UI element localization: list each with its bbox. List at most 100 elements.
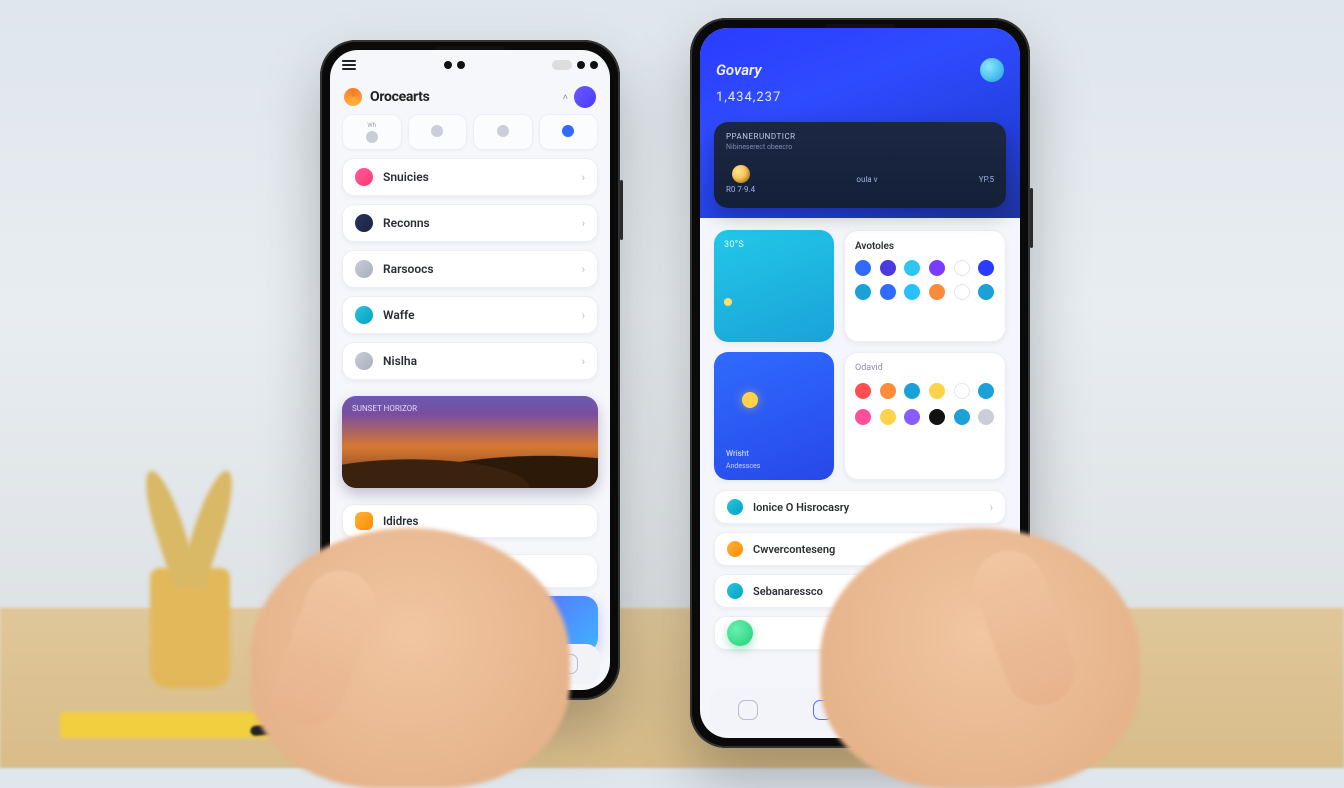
header-action-icon[interactable] bbox=[574, 86, 596, 108]
color-swatch[interactable] bbox=[880, 260, 896, 276]
chevron-right-icon: › bbox=[990, 501, 993, 514]
brand-title: Govary bbox=[716, 61, 762, 79]
status-dot bbox=[577, 61, 585, 69]
palette-grid bbox=[855, 383, 995, 425]
list-item[interactable]: Waffe › bbox=[342, 296, 598, 334]
chevron-right-icon: › bbox=[582, 263, 585, 276]
list-icon bbox=[355, 168, 373, 186]
segmented-tabs: Wh bbox=[330, 114, 610, 150]
palette-tile[interactable]: Odavid bbox=[844, 352, 1006, 480]
tile-title: 30°S bbox=[724, 240, 824, 250]
color-swatch[interactable] bbox=[855, 409, 871, 425]
status-dot bbox=[590, 61, 598, 69]
power-button[interactable] bbox=[1030, 188, 1033, 248]
color-swatch[interactable] bbox=[929, 409, 945, 425]
power-button[interactable] bbox=[620, 180, 623, 240]
color-swatch[interactable] bbox=[904, 409, 920, 425]
tile-title: Odavid bbox=[855, 363, 995, 373]
list-item[interactable]: Rarsoocs › bbox=[342, 250, 598, 288]
app-logo-icon bbox=[344, 88, 362, 106]
forecast-tile[interactable]: Wrisht Andessces bbox=[714, 352, 834, 480]
list-label: Nislha bbox=[383, 354, 417, 368]
color-swatch[interactable] bbox=[880, 383, 896, 399]
segment-label: Wh bbox=[367, 122, 376, 129]
sun-icon bbox=[724, 298, 732, 306]
list-item[interactable]: Snuicies › bbox=[342, 158, 598, 196]
summary-subtitle: Nibineserect obeecro bbox=[726, 143, 994, 151]
summary-metric: R0 7·9.4 bbox=[726, 185, 755, 194]
list-icon bbox=[355, 306, 373, 324]
decor-leaf bbox=[177, 467, 241, 590]
collapse-chevron-icon[interactable]: ˄ bbox=[563, 92, 568, 103]
color-swatch[interactable] bbox=[954, 260, 970, 276]
color-swatch[interactable] bbox=[929, 284, 945, 300]
add-fab-icon[interactable] bbox=[727, 620, 753, 646]
chevron-right-icon: › bbox=[582, 309, 585, 322]
color-swatch[interactable] bbox=[880, 284, 896, 300]
tile-title: Avotoles bbox=[855, 241, 995, 252]
segment-icon bbox=[497, 125, 509, 137]
summary-metric: YP.5 bbox=[979, 175, 994, 184]
list-label: Reconns bbox=[383, 216, 430, 230]
color-swatch[interactable] bbox=[978, 284, 994, 300]
list-item[interactable]: Nislha › bbox=[342, 342, 598, 380]
balance-amount: 1,434,237 bbox=[716, 90, 1004, 105]
segment-tab[interactable] bbox=[473, 114, 533, 150]
pencil-cup bbox=[150, 568, 230, 688]
weather-tile[interactable]: 30°S bbox=[714, 230, 834, 342]
color-grid-tile[interactable]: Avotoles bbox=[844, 230, 1006, 342]
chevron-right-icon: › bbox=[582, 217, 585, 230]
list-label: Snuicies bbox=[383, 170, 429, 184]
summary-card[interactable]: PPANERUNDTICR Nibineserect obeecro R0 7·… bbox=[714, 122, 1006, 208]
list-label: Ionice O Hisrocasry bbox=[753, 501, 849, 514]
list-label: Ididres bbox=[383, 514, 418, 528]
segment-icon bbox=[562, 125, 574, 137]
category-list: Snuicies › Reconns › Rarsoocs › Waffe › bbox=[330, 158, 610, 588]
list-icon bbox=[355, 512, 373, 530]
status-bar bbox=[716, 40, 1004, 54]
color-swatch[interactable] bbox=[978, 383, 994, 399]
color-swatch[interactable] bbox=[904, 284, 920, 300]
color-swatch[interactable] bbox=[954, 284, 970, 300]
list-label: Waffe bbox=[383, 308, 415, 322]
list-icon bbox=[355, 260, 373, 278]
menu-icon[interactable] bbox=[342, 60, 356, 70]
color-swatch[interactable] bbox=[929, 260, 945, 276]
front-camera bbox=[457, 61, 465, 69]
profile-avatar[interactable] bbox=[980, 58, 1004, 82]
list-label: Sebanaressco bbox=[753, 585, 823, 598]
tile-subcaption: Andessces bbox=[726, 462, 760, 470]
segment-tab[interactable] bbox=[408, 114, 468, 150]
list-label: Cwverconteseng bbox=[753, 543, 835, 556]
color-swatch[interactable] bbox=[880, 409, 896, 425]
list-item[interactable]: Reconns › bbox=[342, 204, 598, 242]
color-swatch[interactable] bbox=[855, 284, 871, 300]
list-icon bbox=[727, 541, 743, 557]
list-icon bbox=[727, 583, 743, 599]
color-swatch[interactable] bbox=[855, 260, 871, 276]
color-swatch[interactable] bbox=[954, 409, 970, 425]
status-bar bbox=[330, 50, 610, 76]
color-swatch[interactable] bbox=[978, 409, 994, 425]
page-title: Orocearts bbox=[370, 89, 430, 105]
segment-tab[interactable]: Wh bbox=[342, 114, 402, 150]
chevron-right-icon: › bbox=[582, 355, 585, 368]
sun-icon bbox=[742, 392, 758, 408]
segment-icon bbox=[366, 131, 378, 143]
landscape-illustration bbox=[342, 438, 598, 488]
featured-media-card[interactable]: SUNSET HORIZOR bbox=[342, 396, 598, 488]
wallet-header: Govary 1,434,237 PPANERUNDTICR Nibineser… bbox=[700, 28, 1020, 218]
front-camera bbox=[444, 61, 452, 69]
color-swatch[interactable] bbox=[954, 383, 970, 399]
color-swatch[interactable] bbox=[978, 260, 994, 276]
color-dot-grid bbox=[855, 260, 995, 300]
color-swatch[interactable] bbox=[929, 383, 945, 399]
color-swatch[interactable] bbox=[904, 260, 920, 276]
list-icon bbox=[355, 214, 373, 232]
color-swatch[interactable] bbox=[855, 383, 871, 399]
segment-tab[interactable] bbox=[539, 114, 599, 150]
nav-item-icon[interactable] bbox=[738, 700, 758, 720]
list-item[interactable]: Ionice O Hisrocasry › bbox=[714, 490, 1006, 524]
color-swatch[interactable] bbox=[904, 383, 920, 399]
chevron-right-icon: › bbox=[582, 171, 585, 184]
